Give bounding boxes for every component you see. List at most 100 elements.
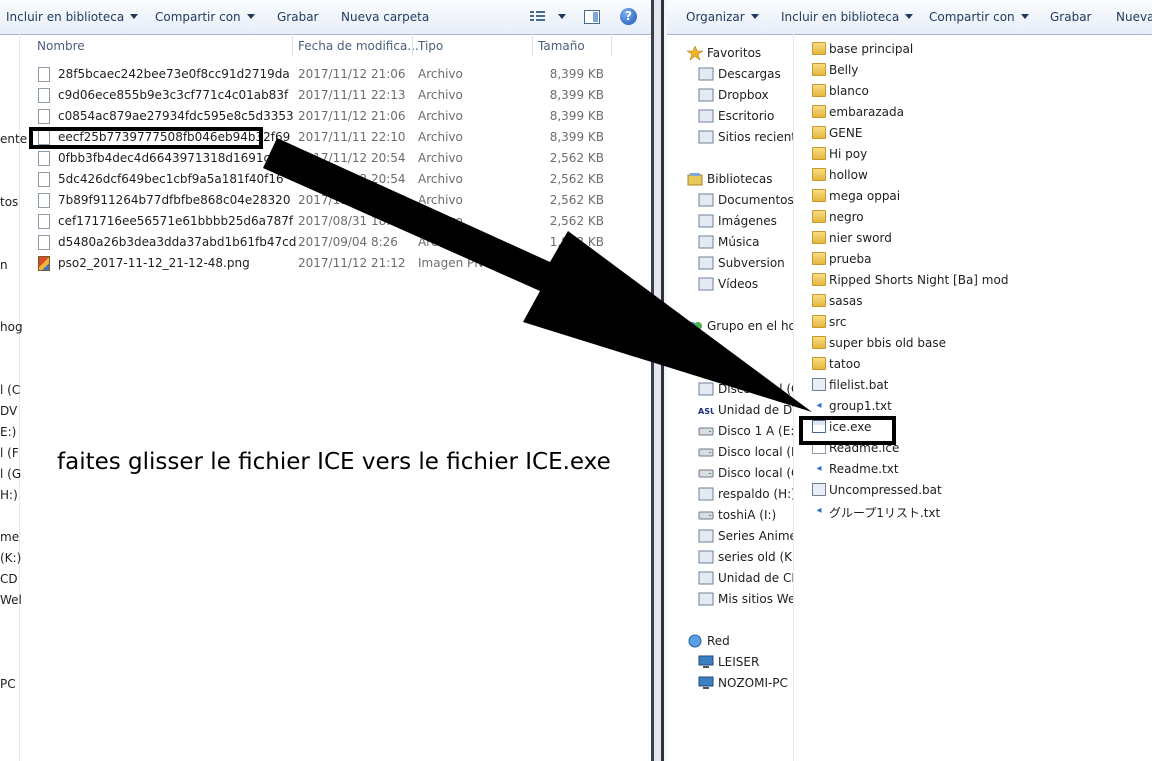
column-separator[interactable] [292,34,293,56]
file-row[interactable]: 0fbb3fb4dec4d6643971318d1691cba7 2017/11/… [36,148,636,169]
include-library-button[interactable]: Incluir en biblioteca [6,10,139,24]
new-folder-button[interactable]: Nueva carpeta [341,10,429,24]
file-size: 2,562 KB [549,172,604,186]
pc-icon [698,676,714,690]
item-label: prueba [829,252,872,266]
desktop-icon [698,109,714,123]
network-drive-icon [698,529,714,543]
chevron-down-icon [558,14,566,19]
column-separator[interactable] [532,34,533,56]
downloads-icon [698,67,714,81]
share-with-button[interactable]: Compartir con [155,10,255,24]
nav-item-fragment[interactable]: ente [0,132,27,146]
file-row[interactable]: c0854ac879ae27934fdc595e8c5d3353 2017/11/… [36,106,636,127]
nav-item-fragment[interactable]: me [0,530,19,544]
nav-item-label: Disco 1 A (E:) [718,424,794,438]
nav-item-label: Vídeos [718,277,759,291]
file-row[interactable]: 7b89f911264b77dfbfbe868c04e28320 2017/11/… [36,190,636,211]
nav-item-label: respaldo (H:) [718,487,794,501]
file-row[interactable]: c9d06ece855b9e3c3cf771c4c01ab83f 2017/11/… [36,85,636,106]
nav-item-fragment[interactable]: E:) [0,425,16,439]
item-label: embarazada [829,105,904,119]
file-date: 2017/09/04 8:26 [298,235,398,249]
column-name[interactable]: Nombre [37,39,85,53]
file-row[interactable]: 5dc426dcf649bec1cbf9a5a181f40f16 2017/11/… [36,169,636,190]
chevron-down-icon [905,14,914,19]
burn-button[interactable]: Grabar [277,10,319,24]
folder-icon [812,105,826,118]
nav-item-label: Favoritos [707,46,762,60]
item-label: Hi poy [829,147,868,161]
column-separator[interactable] [611,34,612,56]
folder-icon [812,168,826,181]
file-row[interactable]: pso2_2017-11-12_21-12-48.png 2017/11/12 2… [36,253,636,274]
nav-item-fragment[interactable]: Wel [0,593,22,607]
nav-item-label: Descargas [718,67,781,81]
help-icon[interactable]: ? [620,8,637,25]
file-name: pso2_2017-11-12_21-12-48.png [58,256,250,270]
new-folder-button[interactable]: Nueva [1116,10,1152,24]
nav-item-fragment[interactable]: n [0,258,8,272]
nav-item-fragment[interactable]: DV [0,404,17,418]
file-name: 5dc426dcf649bec1cbf9a5a181f40f16 [58,172,284,186]
view-menu-button[interactable] [552,10,566,24]
share-with-button[interactable]: Compartir con [929,10,1029,24]
nav-item-fragment[interactable]: l (G [0,467,21,481]
file-type: Archivo [418,151,463,165]
column-size[interactable]: Tamaño [538,39,585,53]
item-label: Readme.txt [829,462,899,476]
batch-file-icon [812,378,826,391]
text-file-icon: ◂ [816,463,822,474]
nav-item-label: toshiA (I:) [718,508,777,522]
nav-item-fragment[interactable]: l (C [0,383,20,397]
file-row[interactable]: cef171716ee56571e61bbbb25d6a787f 2017/08/… [36,211,636,232]
right-explorer-window: Organizar Incluir en biblioteca Comparti… [667,0,1152,761]
nav-item-label: Series Anime [718,529,794,543]
nav-item-label: Unidad de DVD [718,403,793,417]
nav-item-label: Dropbox [718,88,769,102]
videos-icon [698,277,714,291]
share-with-label: Compartir con [155,10,241,24]
file-name: 0fbb3fb4dec4d6643971318d1691cba7 [58,151,293,165]
folder-icon [812,315,826,328]
item-label: tatoo [829,357,861,371]
column-date[interactable]: Fecha de modifica... [298,39,419,53]
item-label: mega oppai [829,189,901,203]
nav-item-fragment[interactable]: H:) [0,488,18,502]
burn-button[interactable]: Grabar [1050,10,1092,24]
nav-item-fragment[interactable]: hog [0,320,23,334]
folder-icon [812,210,826,223]
nav-item-fragment[interactable]: tos [0,195,18,209]
computer-icon [687,361,703,375]
file-name: 28f5bcaec242bee73e0f8cc91d2719da [58,67,290,81]
nav-item-fragment[interactable]: PC [0,677,16,691]
folder-icon [812,42,826,55]
nav-item-fragment[interactable]: CD [0,572,18,586]
file-row[interactable]: 28f5bcaec242bee73e0f8cc91d2719da 2017/11/… [36,64,636,85]
column-type[interactable]: Tipo [418,39,443,53]
file-size: 2,562 KB [549,214,604,228]
pc-icon [698,655,714,669]
folder-icon [812,336,826,349]
folder-icon [812,84,826,97]
nav-item-label: LEISER [718,655,760,669]
network-icon [687,634,703,648]
nav-item-fragment[interactable]: l (F [0,446,19,460]
nav-item-label: Disco local (C:) [718,382,793,396]
include-library-button[interactable]: Incluir en biblioteca [781,10,914,24]
column-separator[interactable] [412,34,413,56]
nav-item-fragment[interactable]: (K:) [0,551,21,565]
organize-button[interactable]: Organizar [686,10,759,24]
source-file-highlight [29,127,263,149]
file-size: 2,562 KB [549,193,604,207]
view-options-icon[interactable] [530,10,545,23]
homegroup-icon [687,319,703,333]
item-label: hollow [829,168,868,182]
file-name: cef171716ee56571e61bbbb25d6a787f [58,214,294,228]
file-row[interactable]: d5480a26b3dea3dda37abd1b61fb47cd 2017/09/… [36,232,636,253]
file-size: 8,399 KB [549,109,604,123]
preview-pane-icon[interactable] [584,10,600,24]
folder-icon [812,126,826,139]
file-size: 8,399 KB [549,130,604,144]
libraries-icon [687,172,703,186]
